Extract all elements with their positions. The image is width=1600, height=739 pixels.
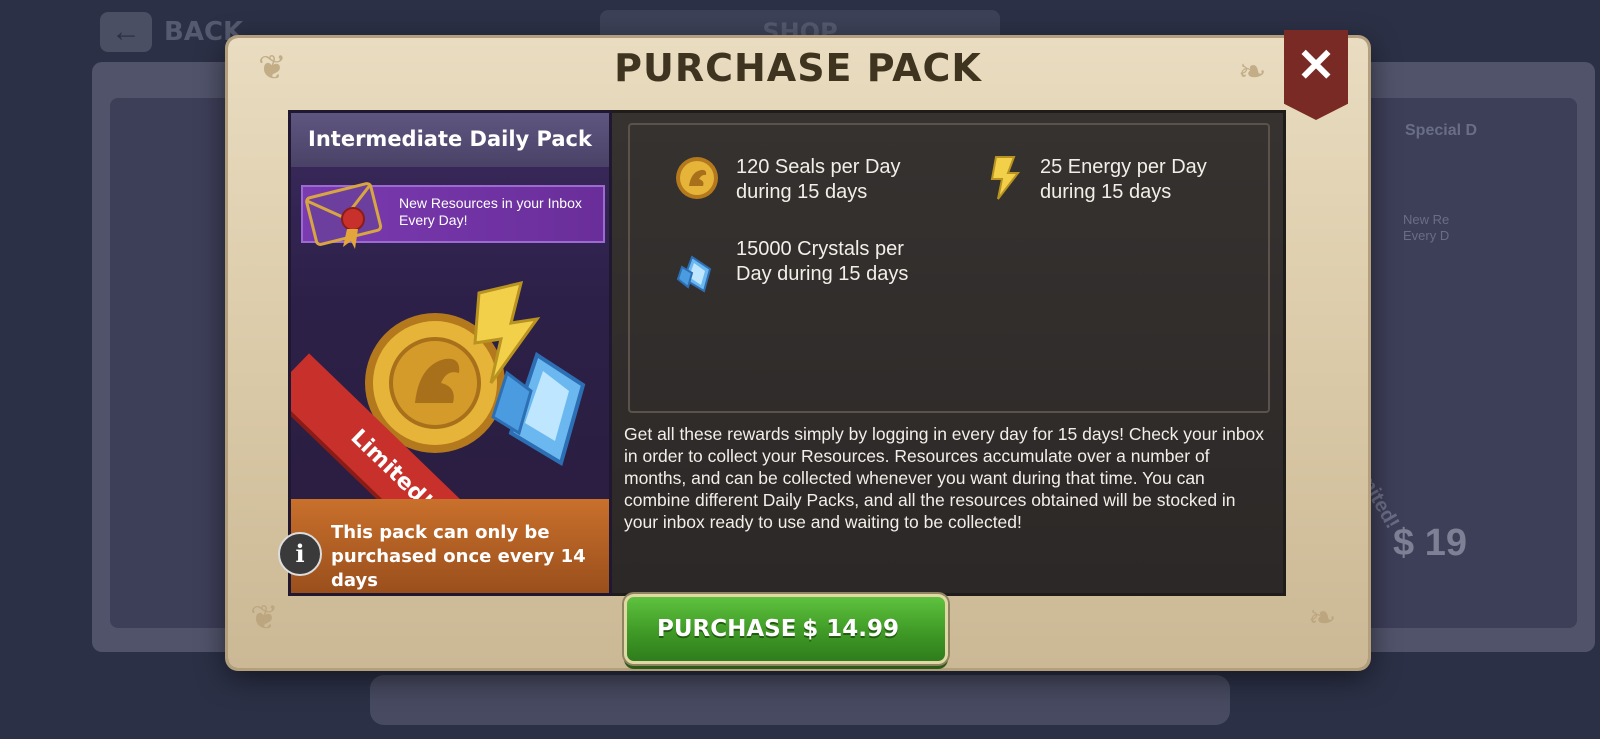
background-card-price: $ 19 xyxy=(1393,522,1467,564)
close-icon: ✕ xyxy=(1296,39,1336,91)
inbox-banner-text: New Resources in your Inbox Every Day! xyxy=(399,195,582,228)
ornament-icon: ❧ xyxy=(1308,599,1337,637)
pack-name: Intermediate Daily Pack xyxy=(291,113,609,167)
ornament-icon: ❦ xyxy=(250,599,279,637)
rewards-box: 120 Seals per Day during 15 days 25 Ener… xyxy=(628,123,1270,413)
background-card-inbox: New Re Every D xyxy=(1403,212,1450,243)
purchase-pack-modal: ❦ ❧ ❦ ❧ PURCHASE PACK ✕ Intermediate Dai… xyxy=(228,30,1368,668)
pack-footer-note: This pack can only be purchased once eve… xyxy=(331,522,586,591)
close-button[interactable]: ✕ xyxy=(1284,30,1348,120)
energy-bolt-icon xyxy=(990,156,1021,200)
reward-text: 25 Energy per Day during 15 days xyxy=(1040,156,1207,203)
background-card-right: Special D New Re Every D Limited! $ 19 xyxy=(1345,62,1595,652)
back-arrow-icon: ← xyxy=(100,12,152,52)
seal-coin-icon xyxy=(676,157,718,199)
modal-title: PURCHASE PACK xyxy=(614,46,982,90)
background-bottom-bar xyxy=(370,675,1230,725)
purchase-button[interactable]: PURCHASE $ 14.99 xyxy=(624,594,948,664)
envelope-icon xyxy=(305,182,383,249)
info-icon[interactable]: i xyxy=(278,532,322,576)
back-button[interactable]: ← BACK xyxy=(100,12,243,52)
reward-text: 15000 Crystals per Day during 15 days xyxy=(736,238,909,285)
pack-details-panel: 120 Seals per Day during 15 days 25 Ener… xyxy=(612,110,1286,596)
reward-item-seals: 120 Seals per Day during 15 days xyxy=(674,155,926,205)
reward-text: 120 Seals per Day during 15 days xyxy=(736,156,901,203)
reward-item-crystals: 15000 Crystals per Day during 15 days xyxy=(674,237,916,295)
background-card-title: Special D xyxy=(1405,122,1478,139)
pack-card: Intermediate Daily Pack New Resources in… xyxy=(288,110,612,596)
pack-description: Get all these rewards simply by logging … xyxy=(624,424,1265,532)
pack-footer: This pack can only be purchased once eve… xyxy=(291,499,609,593)
crystal-icon xyxy=(676,255,712,293)
purchase-price: $ 14.99 xyxy=(802,616,899,642)
purchase-label: PURCHASE xyxy=(657,616,797,642)
reward-item-energy: 25 Energy per Day during 15 days xyxy=(984,155,1230,205)
